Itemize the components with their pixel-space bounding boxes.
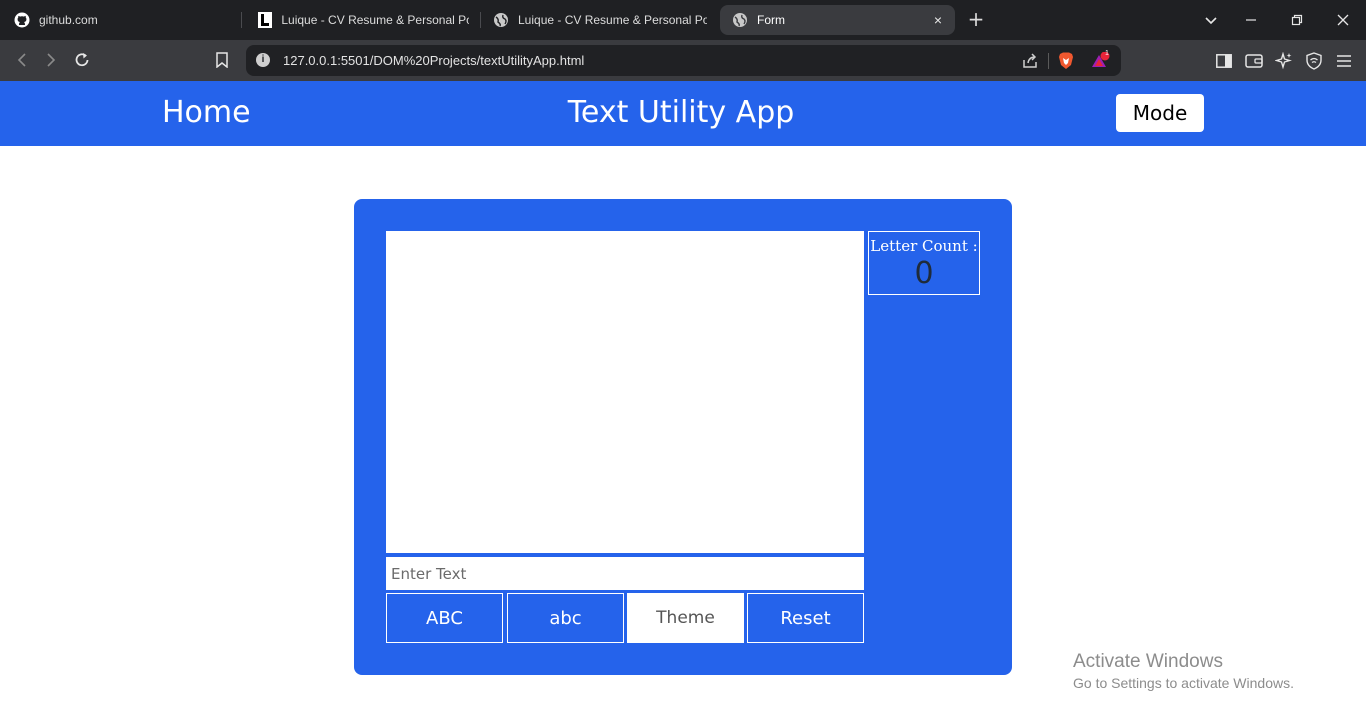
brave-rewards-icon[interactable]: 1 <box>1091 50 1111 71</box>
tab-label: github.com <box>39 13 98 27</box>
close-window-icon[interactable] <box>1333 10 1353 30</box>
close-tab-icon[interactable]: × <box>931 13 945 27</box>
tab-search-icon[interactable] <box>1201 10 1221 30</box>
share-icon[interactable] <box>1020 51 1040 71</box>
luique-favicon <box>257 12 272 28</box>
rewards-badge: 1 <box>1105 50 1109 57</box>
app-header: Home Text Utility App Mode <box>0 81 1366 146</box>
tab-separator <box>480 12 481 28</box>
reload-icon[interactable] <box>72 50 92 70</box>
letter-count-label: Letter Count : <box>870 237 978 255</box>
forward-icon[interactable] <box>41 50 61 70</box>
tab-label: Luique - CV Resume & Personal Por <box>518 13 707 27</box>
brave-shields-icon[interactable] <box>1056 51 1076 71</box>
minimize-icon[interactable] <box>1241 10 1261 30</box>
reset-button[interactable]: Reset <box>747 593 864 643</box>
letter-count-value: 0 <box>914 256 934 291</box>
github-icon <box>14 12 30 28</box>
vpn-shield-icon[interactable] <box>1304 51 1324 71</box>
tab-github[interactable]: github.com <box>14 5 234 35</box>
wallet-icon[interactable] <box>1244 51 1264 71</box>
tab-luique-1[interactable]: Luique - CV Resume & Personal Por <box>257 5 469 35</box>
tab-separator <box>241 12 242 28</box>
tab-form[interactable]: Form × <box>720 5 955 35</box>
globe-icon <box>732 12 748 28</box>
site-info-icon[interactable]: i <box>256 53 270 67</box>
theme-button[interactable]: Theme <box>627 593 744 643</box>
divider <box>1048 53 1049 69</box>
url-text[interactable]: 127.0.0.1:5501/DOM%20Projects/textUtilit… <box>283 53 584 68</box>
watermark-title: Activate Windows <box>1073 651 1223 672</box>
lowercase-button[interactable]: abc <box>507 593 624 643</box>
browser-tab-bar: github.com Luique - CV Resume & Personal… <box>0 0 1366 40</box>
sidebar-toggle-icon[interactable] <box>1214 51 1234 71</box>
mode-button[interactable]: Mode <box>1116 94 1204 132</box>
activate-windows-watermark: Activate Windows Go to Settings to activ… <box>1073 651 1294 691</box>
text-input[interactable] <box>386 557 864 590</box>
text-utility-card: Letter Count : 0 ABC abc Theme Reset <box>354 199 1012 675</box>
back-icon[interactable] <box>12 50 32 70</box>
address-bar[interactable]: i 127.0.0.1:5501/DOM%20Projects/textUtil… <box>246 45 1121 76</box>
letter-count-box: Letter Count : 0 <box>868 231 980 295</box>
tab-luique-2[interactable]: Luique - CV Resume & Personal Por <box>493 5 707 35</box>
page-title-text: Text Utility App <box>567 95 795 130</box>
text-area[interactable] <box>386 231 864 553</box>
uppercase-button[interactable]: ABC <box>386 593 503 643</box>
globe-icon <box>493 12 509 28</box>
new-tab-button[interactable]: + <box>966 9 986 29</box>
bookmark-icon[interactable] <box>212 50 232 70</box>
leo-ai-icon[interactable] <box>1274 51 1294 71</box>
restore-icon[interactable] <box>1287 10 1307 30</box>
tab-label: Form <box>757 13 785 27</box>
tab-label: Luique - CV Resume & Personal Por <box>281 13 469 27</box>
menu-icon[interactable] <box>1334 51 1354 71</box>
watermark-subtitle: Go to Settings to activate Windows. <box>1073 675 1294 691</box>
